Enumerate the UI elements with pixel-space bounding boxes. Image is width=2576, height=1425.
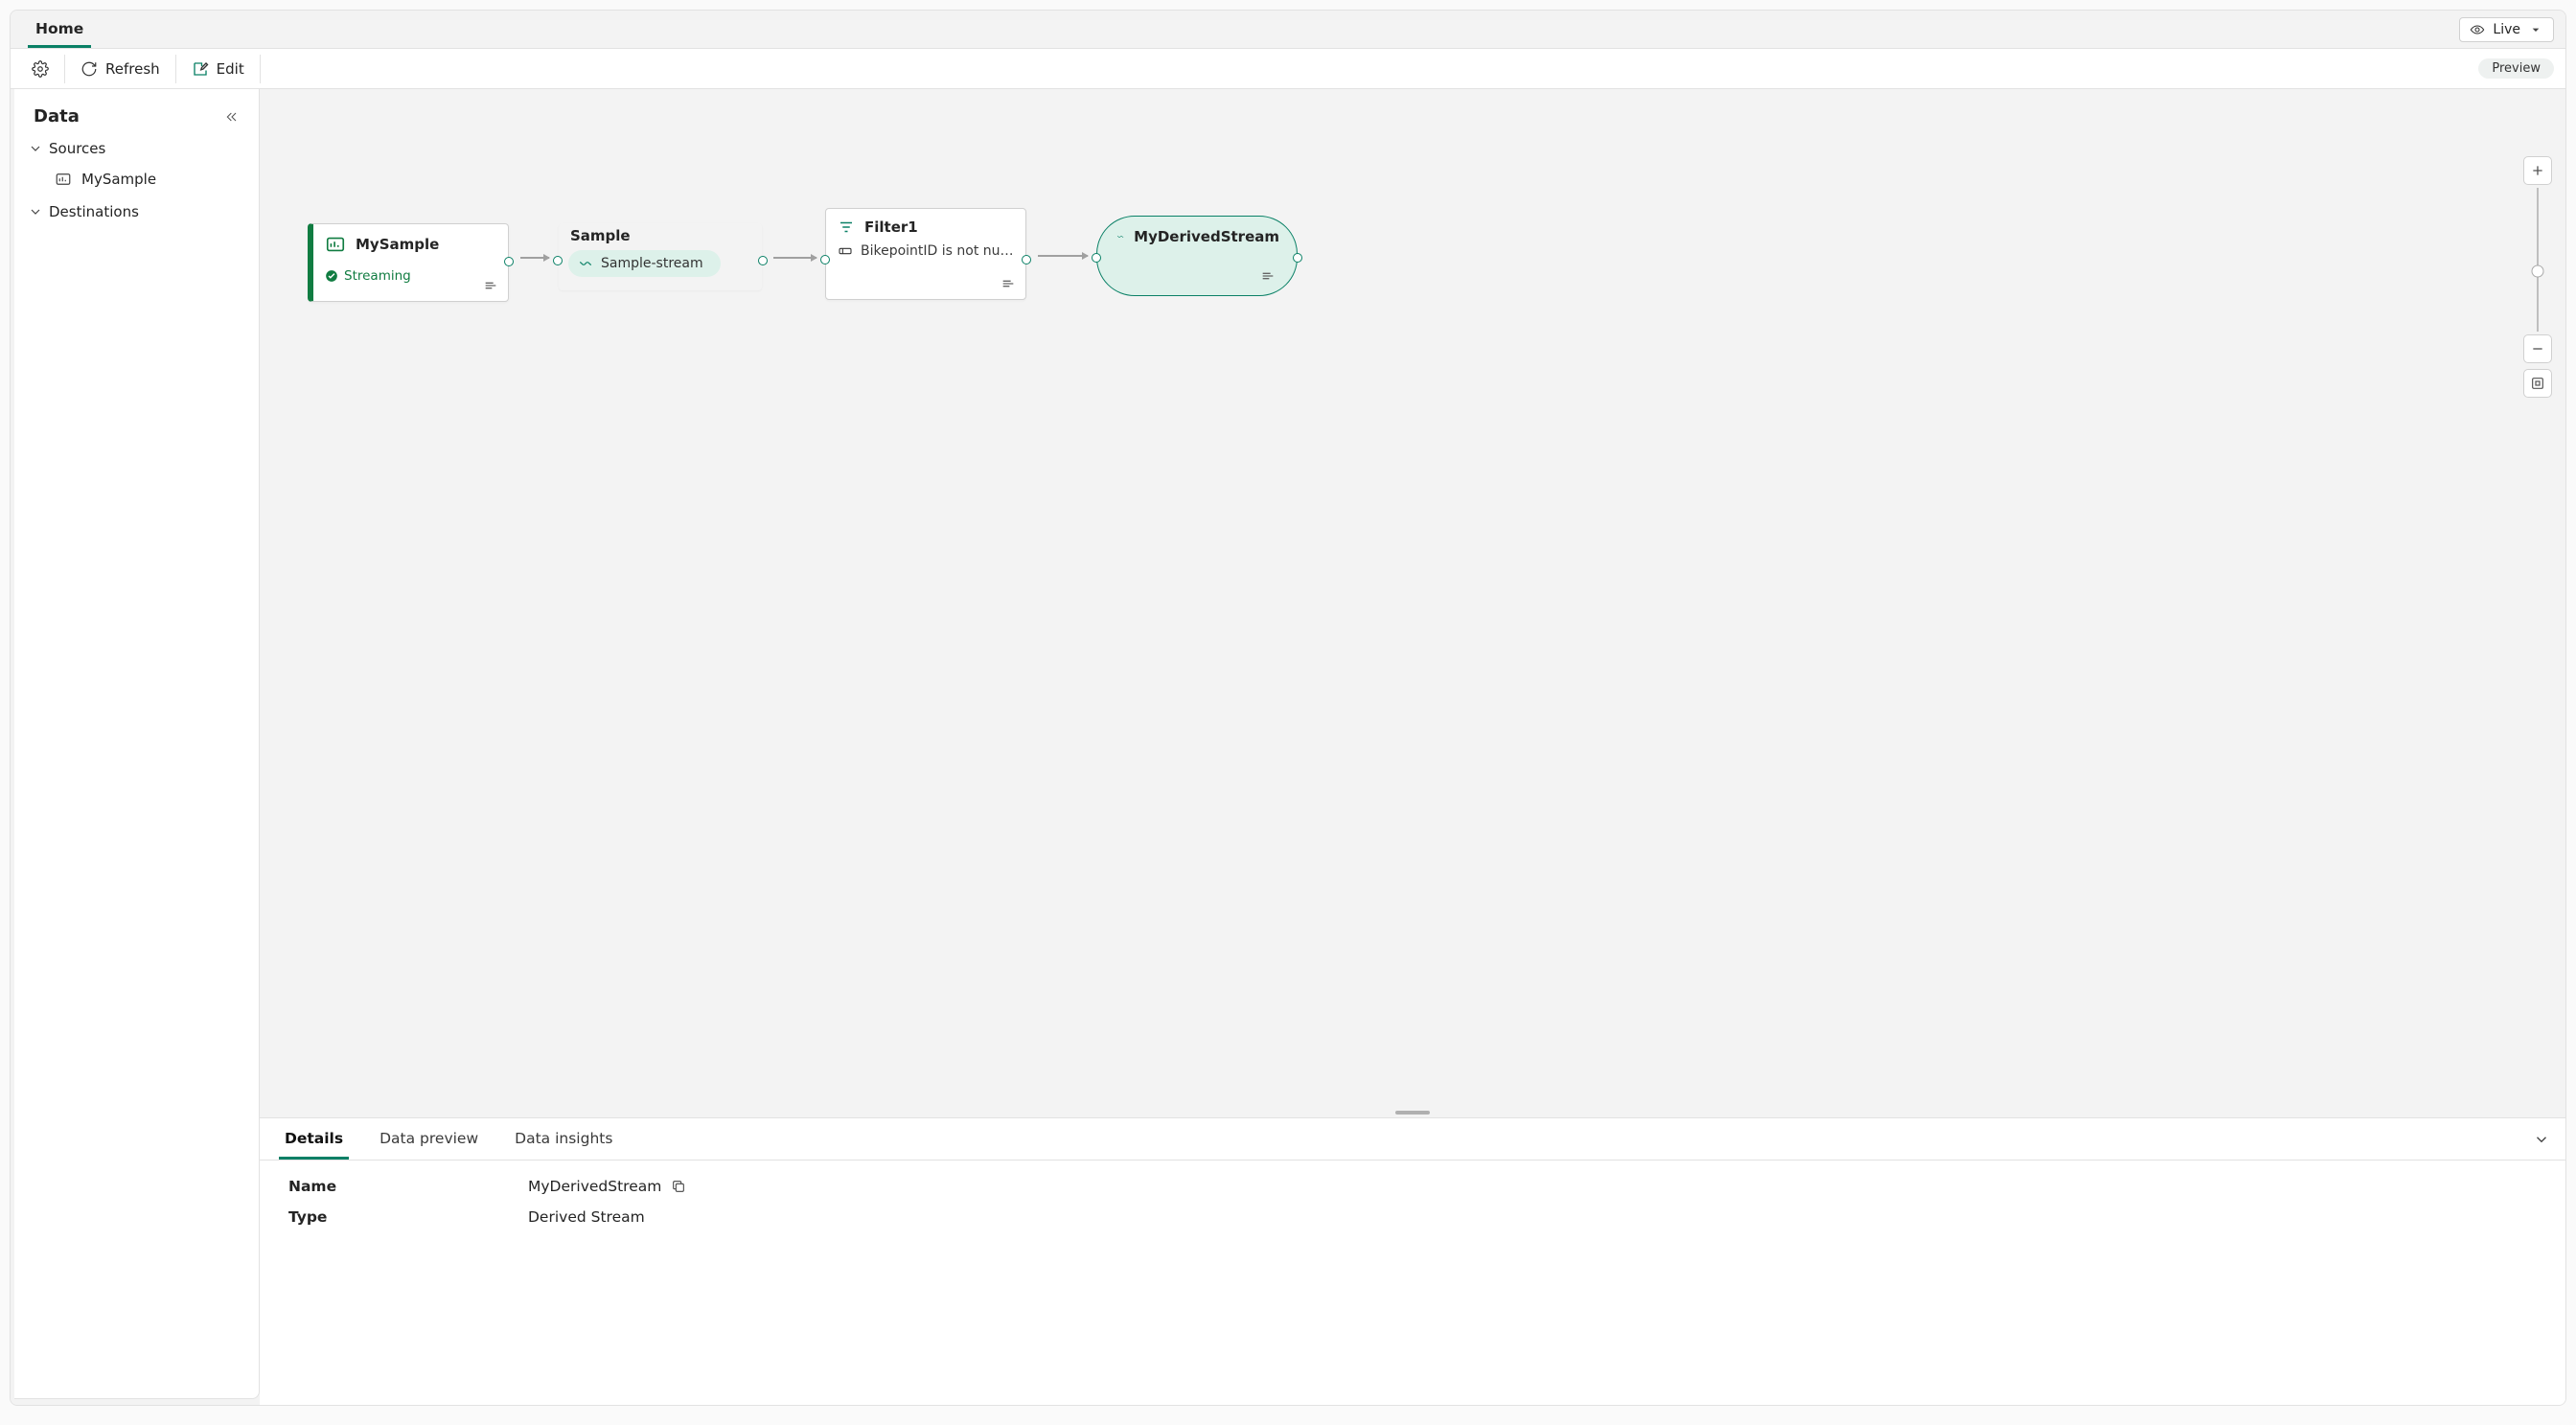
edit-icon: [192, 60, 209, 78]
filter-icon: [838, 218, 855, 236]
node-output-port[interactable]: [504, 257, 514, 266]
edit-button[interactable]: Edit: [178, 49, 258, 88]
menu-icon: [1000, 276, 1016, 291]
collapse-panel-chevron-icon[interactable]: [2533, 1131, 2550, 1148]
app-window: Home Live Refresh Edit Preview: [10, 10, 2566, 1406]
node-menu-icon[interactable]: [1000, 276, 1016, 291]
field-label-name: Name: [288, 1178, 528, 1195]
gear-icon: [32, 60, 49, 78]
edge-3: [1038, 255, 1088, 257]
toolbar-separator: [260, 55, 261, 83]
settings-button[interactable]: [18, 49, 62, 88]
menu-icon: [1260, 268, 1276, 284]
copy-icon[interactable]: [671, 1179, 686, 1194]
node-output-port[interactable]: [1293, 253, 1302, 263]
toolbar: Refresh Edit Preview: [11, 49, 2565, 89]
field-value-type: Derived Stream: [528, 1208, 645, 1226]
design-canvas[interactable]: MySample Streaming Sample: [260, 89, 2565, 1108]
zoom-slider[interactable]: [2537, 188, 2539, 332]
plus-icon: [2530, 163, 2545, 178]
preview-badge: Preview: [2478, 58, 2554, 79]
menu-icon: [483, 278, 498, 293]
fit-view-button[interactable]: [2523, 369, 2552, 398]
sidebar-item-label: MySample: [81, 171, 156, 188]
chip-label: Sample-stream: [601, 256, 703, 271]
ribbon-tabs: Home Live: [11, 11, 2565, 49]
chevron-down-icon: [28, 141, 43, 156]
stream-icon: [1116, 228, 1124, 245]
edge-1: [520, 257, 549, 259]
node-title: MyDerivedStream: [1134, 228, 1279, 245]
field-label-type: Type: [288, 1208, 528, 1226]
zoom-in-button[interactable]: [2523, 156, 2552, 185]
zoom-controls: [2523, 156, 2552, 398]
node-filter1[interactable]: Filter1 BikepointID is not null or e...: [825, 208, 1026, 300]
node-title: Sample: [570, 227, 631, 244]
node-output-port[interactable]: [1022, 255, 1031, 264]
node-title: Filter1: [864, 218, 918, 236]
check-circle-icon: [325, 269, 338, 283]
node-input-port[interactable]: [1092, 253, 1101, 263]
node-input-port[interactable]: [820, 255, 830, 264]
eye-icon: [2470, 22, 2485, 37]
chevron-down-icon: [28, 204, 43, 219]
destinations-group[interactable]: Destinations: [20, 195, 253, 226]
sample-stream-chip[interactable]: Sample-stream: [568, 250, 721, 277]
zoom-out-button[interactable]: [2523, 334, 2552, 363]
collapse-sidebar-icon[interactable]: [224, 109, 240, 125]
refresh-icon: [80, 60, 98, 78]
main-area: MySample Streaming Sample: [260, 89, 2565, 1405]
tab-details[interactable]: Details: [279, 1118, 349, 1160]
tab-data-insights[interactable]: Data insights: [509, 1118, 618, 1160]
sidebar-item-mysample[interactable]: MySample: [20, 163, 253, 195]
panel-resize-grip[interactable]: [260, 1108, 2565, 1117]
zoom-thumb[interactable]: [2532, 265, 2544, 278]
destinations-label: Destinations: [49, 203, 139, 220]
field-value-name: MyDerivedStream: [528, 1178, 661, 1195]
tab-data-preview[interactable]: Data preview: [374, 1118, 484, 1160]
data-sidebar: Data Sources MySample Destinations: [14, 89, 260, 1399]
tab-home[interactable]: Home: [28, 11, 91, 48]
node-menu-icon[interactable]: [483, 278, 498, 293]
node-menu-icon[interactable]: [1260, 268, 1276, 284]
data-source-icon: [55, 171, 72, 188]
filter-condition: BikepointID is not null or e...: [861, 243, 1014, 259]
stream-icon: [578, 256, 593, 271]
node-title: MySample: [356, 236, 439, 253]
sources-label: Sources: [49, 140, 105, 157]
node-output-port[interactable]: [758, 256, 768, 265]
node-input-port[interactable]: [553, 256, 563, 265]
edit-label: Edit: [217, 60, 244, 78]
live-mode-dropdown[interactable]: Live: [2459, 17, 2554, 42]
chevron-down-icon: [2528, 22, 2543, 37]
toolbar-separator: [175, 55, 176, 83]
node-derived-stream[interactable]: MyDerivedStream: [1096, 216, 1298, 296]
sidebar-title: Data: [34, 106, 80, 126]
refresh-button[interactable]: Refresh: [67, 49, 173, 88]
fit-icon: [2530, 376, 2545, 391]
node-status: Streaming: [344, 268, 411, 284]
minus-icon: [2530, 341, 2545, 356]
data-source-icon: [325, 234, 346, 255]
node-source-mysample[interactable]: MySample Streaming: [308, 223, 509, 302]
sources-group[interactable]: Sources: [20, 132, 253, 163]
edge-2: [773, 257, 816, 259]
field-icon: [838, 243, 853, 259]
details-panel: Details Data preview Data insights Name …: [260, 1117, 2565, 1405]
refresh-label: Refresh: [105, 60, 160, 78]
node-sample[interactable]: Sample Sample-stream: [559, 223, 762, 290]
toolbar-separator: [64, 55, 65, 83]
live-label: Live: [2493, 22, 2520, 37]
